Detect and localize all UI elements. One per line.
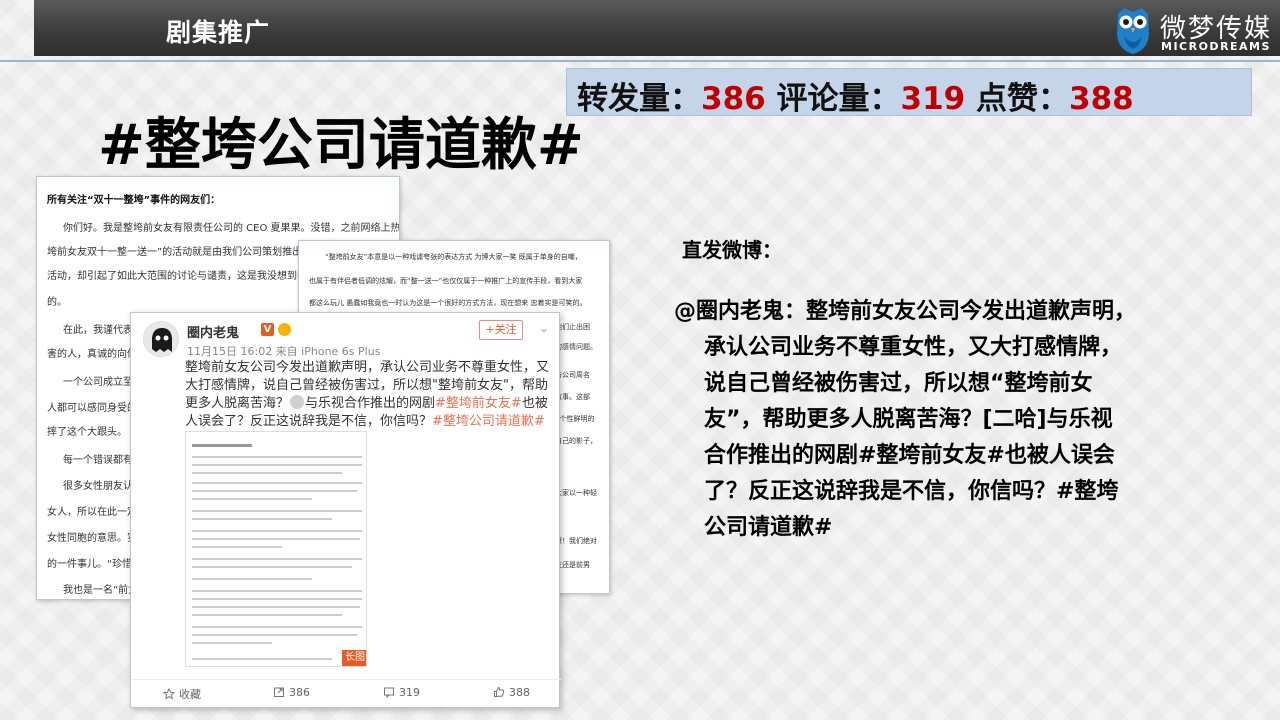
repost-label: 转发量： [577,81,701,117]
hashtag-link[interactable]: #整垮前女友# [435,396,522,411]
letter-line: 自己的影子， [555,437,597,445]
hashtag-link[interactable]: #整垮公司请道歉# [432,414,545,429]
post-meta: 11月15日 16:02 来自 iPhone 6s Plus [187,345,381,358]
repost-count: 386 [289,686,310,699]
letter-line: 友还是前男 [555,561,590,569]
letter-heading: 所有关注“双十一整垮”事件的网友们： [47,195,221,206]
post-text-part: 与乐视合作推出的网剧 [305,396,436,411]
weibo-post-card: 圈内老鬼 V 11月15日 16:02 来自 iPhone 6s Plus +关… [130,312,561,708]
like-button[interactable]: 388 [493,686,530,699]
transcript-line: 友”，帮助更多人脱离苦海？[二哈]与乐视 [704,407,1113,432]
comment-count: 319 [900,81,966,117]
repost-count: 386 [701,81,766,117]
transcript-line: 说自己曾经被伤害过，所以想“整垮前女 [704,371,1093,396]
letter-line: 摔了这个大跟头。 [47,427,127,438]
direct-weibo-label: 直发微博： [682,238,782,262]
letter-line: 的。 [47,297,67,308]
letter-line: 我也是一名“前女 [63,585,139,596]
like-count: 388 [509,686,530,699]
header-divider [0,60,1280,62]
comment-button[interactable]: 319 [383,686,420,699]
repost-button[interactable]: 386 [273,686,310,699]
logo-english-text: MICRODREAMS [1161,40,1271,53]
comment-icon [384,687,394,698]
owl-logo-icon [1117,8,1149,54]
follow-button[interactable]: +关注 [479,320,523,340]
letter-line: 2个性鲜明的 [555,415,595,423]
comment-count: 319 [399,686,420,699]
favorite-label: 收藏 [179,688,201,701]
weibo-post-text: 整垮前女友公司今发出道歉声明，承认公司业务不尊重女性，又大打感情牌，说自己曾经被… [185,359,557,431]
transcript-line: 合作推出的网剧#整垮前女友#也被人误会 [704,443,1115,468]
favorite-button[interactable]: 收藏 [163,686,201,702]
transcript-line: 公司请道歉# [704,515,833,540]
hashtag-title: #整垮公司请道歉# [98,113,584,178]
thumbs-up-icon [494,686,505,697]
member-badge-icon [278,323,291,336]
letter-line: 敏事。这部 [555,393,590,401]
verified-badge: V [261,323,274,336]
section-title: 剧集推广 [166,18,271,47]
comment-label: 评论量： [776,81,901,117]
letter-line: “整垮前女友”本意是以一种戏谑夸张的表达方式 为博大家一笑 既属于单身的自嘲， [325,253,582,261]
repost-icon [274,687,284,697]
like-label: 点赞： [976,81,1070,117]
chevron-down-icon[interactable]: ⌄ [537,321,551,335]
microdreams-logo: 微梦传媒 MICRODREAMS [1114,4,1280,56]
transcript-line: @圈内老鬼：整垮前女友公司今发出道歉声明， [674,299,1137,324]
weibo-username[interactable]: 圈内老鬼 [187,322,239,341]
letter-line: 都这么玩儿 愚蠢如我竟也一时认为这是一个很好的方式方法，现在想来 忠着实是可笑的… [309,299,587,307]
emoji-icon [290,395,305,409]
ghost-avatar-icon [144,322,178,356]
transcript-line: 了？反正这说辞我是不信，你信吗？#整垮 [704,479,1119,504]
like-count: 388 [1069,81,1134,117]
letter-line: 你们好。我是整垮前女友有限责任公司的 CEO 夏果果。没错，之前网络上热议的“整 [63,223,400,234]
transcript-line: 承认公司业务不尊重女性，又大打感情牌， [704,335,1123,360]
star-icon [163,688,175,700]
letter-line: 也属于有伴侣者低调的炫耀，而“整一送一”也仅仅属于一种推广上的宣传手段，看到大家 [309,277,583,285]
letter-line: 康！我们绝对 [555,537,597,545]
avatar[interactable] [143,321,179,357]
letter-line: 他们止出困 [555,323,590,331]
long-image-attachment[interactable]: 长图 [185,431,367,667]
letter-line: 大家以一种轻 [555,489,597,497]
engagement-stats-bar: 转发量：386 评论量：319 点赞：388 [566,68,1252,117]
letter-line: 的感情问题。 [555,343,597,351]
post-transcript: @圈内老鬼：整垮前女友公司今发出道歉声明， 承认公司业务不尊重女性，又大打感情牌… [674,294,1184,546]
letter-line: 与公司周名 [555,371,590,379]
post-action-bar: 收藏 386 319 388 [131,679,561,707]
long-image-tag: 长图 [342,650,366,666]
header-bar: 剧集推广 微梦传媒 MICRODREAMS [34,0,1280,56]
